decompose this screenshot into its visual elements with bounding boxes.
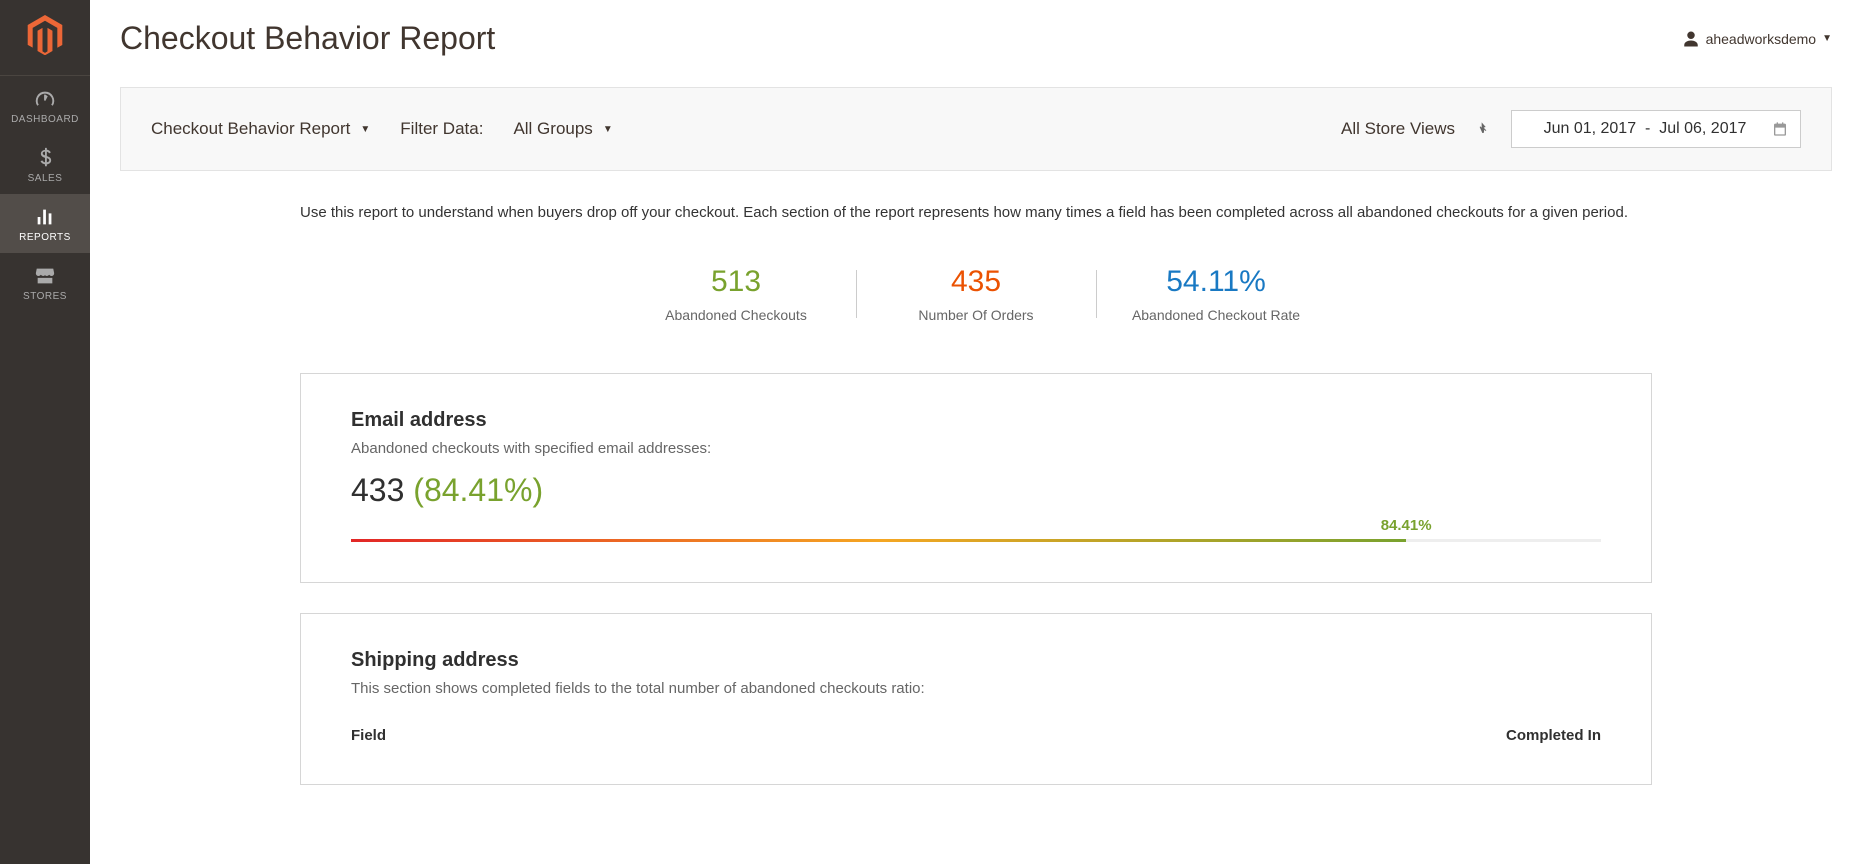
stat-value: 513 xyxy=(636,265,836,299)
scope-label: All Store Views xyxy=(1341,119,1455,138)
sidebar: DASHBOARD SALES REPORTS STORES xyxy=(0,0,90,864)
sidebar-item-label: SALES xyxy=(0,173,90,184)
progress-label: 84.41% xyxy=(1381,517,1432,534)
filter-right: All Store Views Jun 01, 2017 - Jul 06, 2… xyxy=(1341,110,1801,148)
col-field: Field xyxy=(351,727,386,744)
col-completed-in: Completed In xyxy=(1506,727,1601,744)
summary-stats: 513 Abandoned Checkouts 435 Number Of Or… xyxy=(300,265,1652,323)
caret-down-icon: ▼ xyxy=(360,124,370,135)
section-title: Email address xyxy=(351,409,1601,432)
filter-data-label: Filter Data: xyxy=(400,119,483,139)
progress-bar: 84.41% xyxy=(351,539,1601,542)
magento-logo[interactable] xyxy=(25,15,65,55)
user-menu[interactable]: aheadworksdemo ▼ xyxy=(1682,30,1832,48)
date-to: Jul 06, 2017 xyxy=(1659,120,1746,137)
gauge-icon xyxy=(0,88,90,110)
stat-label: Abandoned Checkouts xyxy=(636,307,836,323)
shipping-section: Shipping address This section shows comp… xyxy=(300,613,1652,785)
dollar-icon xyxy=(0,147,90,169)
stat-value: 54.11% xyxy=(1116,265,1316,299)
main-content: Checkout Behavior Report aheadworksdemo … xyxy=(90,0,1862,855)
sidebar-item-label: DASHBOARD xyxy=(0,114,90,125)
page-header: Checkout Behavior Report aheadworksdemo … xyxy=(120,20,1832,57)
date-range-picker[interactable]: Jun 01, 2017 - Jul 06, 2017 xyxy=(1511,110,1801,148)
user-name: aheadworksdemo xyxy=(1706,31,1817,47)
pointer-cursor-icon xyxy=(1475,121,1491,137)
report-type-dropdown[interactable]: Checkout Behavior Report ▼ xyxy=(151,119,370,139)
section-title: Shipping address xyxy=(351,649,1601,672)
user-icon xyxy=(1682,30,1700,48)
stat-abandoned-checkouts: 513 Abandoned Checkouts xyxy=(616,265,856,323)
sidebar-item-stores[interactable]: STORES xyxy=(0,253,90,312)
sidebar-item-label: REPORTS xyxy=(0,232,90,243)
sidebar-item-label: STORES xyxy=(0,291,90,302)
section-subtitle: This section shows completed fields to t… xyxy=(351,680,1601,697)
stat-label: Number Of Orders xyxy=(876,307,1076,323)
email-percent: (84.41%) xyxy=(413,472,543,508)
group-dropdown[interactable]: All Groups ▼ xyxy=(513,119,612,139)
page-title: Checkout Behavior Report xyxy=(120,20,495,57)
progress-fill xyxy=(351,539,1406,542)
store-scope-selector[interactable]: All Store Views xyxy=(1341,119,1455,139)
sidebar-item-sales[interactable]: SALES xyxy=(0,135,90,194)
report-description: Use this report to understand when buyer… xyxy=(300,201,1652,225)
date-from: Jun 01, 2017 xyxy=(1544,120,1637,137)
section-subtitle: Abandoned checkouts with specified email… xyxy=(351,440,1601,457)
stat-abandoned-rate: 54.11% Abandoned Checkout Rate xyxy=(1096,265,1336,323)
table-header: Field Completed In xyxy=(351,727,1601,744)
stat-label: Abandoned Checkout Rate xyxy=(1116,307,1316,323)
sidebar-item-reports[interactable]: REPORTS xyxy=(0,194,90,253)
report-type-label: Checkout Behavior Report xyxy=(151,119,350,139)
caret-down-icon: ▼ xyxy=(603,124,613,135)
filter-bar: Checkout Behavior Report ▼ Filter Data: … xyxy=(120,87,1832,171)
calendar-icon xyxy=(1772,121,1788,137)
stat-value: 435 xyxy=(876,265,1076,299)
email-count: 433 xyxy=(351,472,404,508)
email-section: Email address Abandoned checkouts with s… xyxy=(300,373,1652,583)
email-metric: 433 (84.41%) xyxy=(351,472,1601,509)
stat-number-of-orders: 435 Number Of Orders xyxy=(856,265,1096,323)
filter-left: Checkout Behavior Report ▼ Filter Data: … xyxy=(151,119,613,139)
store-icon xyxy=(0,265,90,287)
group-label: All Groups xyxy=(513,119,592,139)
caret-down-icon: ▼ xyxy=(1822,33,1832,44)
progress-track xyxy=(351,539,1601,542)
sidebar-item-dashboard[interactable]: DASHBOARD xyxy=(0,75,90,135)
report-content: Use this report to understand when buyer… xyxy=(120,171,1832,855)
bar-chart-icon xyxy=(0,206,90,228)
